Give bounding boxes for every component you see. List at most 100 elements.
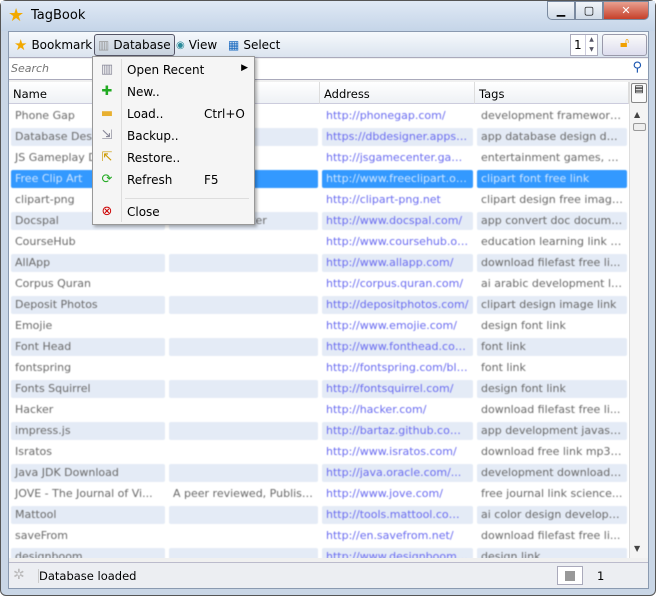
tags-cell: design font link [481, 319, 566, 332]
menu-item-close[interactable]: ⊗ Close [95, 202, 252, 224]
page-stepper[interactable]: 1 ▲ ▼ [570, 34, 598, 56]
name-cell: Fonts Squirrel [11, 380, 165, 398]
column-header-tags[interactable]: Tags [475, 82, 629, 104]
backup-icon: ⇲ [101, 128, 113, 143]
scroll-down-icon[interactable]: ▼ [634, 544, 640, 553]
tags-cell: development download j... [477, 464, 627, 482]
lock-button[interactable]: 🔓︎ [602, 34, 647, 56]
description-cell [169, 254, 318, 272]
tags-cell: font link [477, 338, 627, 356]
menu-item-label: Close [127, 205, 160, 219]
name-cell: AllApp [11, 254, 165, 272]
table-row[interactable]: JOVE - The Journal of Vi... A peer review… [9, 483, 629, 504]
name-cell: Mattool [11, 506, 165, 524]
table-row[interactable]: Fonts Squirrel http://fontsquirrel.com/de… [9, 378, 629, 399]
bookmark-label: Bookmark [31, 38, 93, 52]
window-title: TagBook [31, 8, 86, 23]
tags-cell: education learning link t... [481, 235, 626, 248]
menu-item-label: Load.. [127, 107, 164, 121]
tags-cell: design font link [477, 380, 627, 398]
name-cell: Emojie [15, 319, 53, 332]
star-icon: ★ [8, 5, 25, 26]
maximize-button[interactable]: ▢ [575, 1, 603, 20]
table-row[interactable]: Hacker http://hacker.com/download filefas… [9, 399, 629, 420]
close-button[interactable]: ✕ [603, 1, 649, 20]
address-cell: http://corpus.quran.com/ [326, 277, 464, 290]
description-cell [169, 548, 318, 558]
table-row[interactable]: Deposit Photos http://depositphotos.com/c… [9, 294, 629, 315]
description-cell [169, 380, 318, 398]
table-row[interactable]: designboom http://www.designboom.c... desi… [9, 546, 629, 558]
address-cell: http://fontspring.com/blog... [326, 361, 473, 374]
address-cell: http://www.freeclipart.org/ [322, 170, 473, 188]
search-icon[interactable]: ⚲ [632, 60, 642, 75]
name-cell: Hacker [15, 403, 54, 416]
tags-cell: development framework l... [481, 109, 627, 122]
address-cell: http://www.allapp.com/ [322, 254, 473, 272]
description-cell [169, 506, 318, 524]
stepper-arrows[interactable]: ▲ ▼ [585, 35, 597, 55]
table-row[interactable]: CourseHub http://www.coursehub.org/educat… [9, 231, 629, 252]
scroll-thumb[interactable] [633, 123, 646, 131]
address-cell: http://www.fonthead.com/ [322, 338, 473, 356]
menu-item-label: Restore.. [127, 151, 181, 165]
name-cell: Isratos [15, 445, 53, 458]
address-cell: http://java.oracle.com/... [322, 464, 473, 482]
scroll-up-icon[interactable]: ▲ [634, 110, 640, 119]
menu-separator [125, 198, 249, 199]
db-close-icon: ⊗ [101, 204, 113, 219]
stop-button[interactable] [557, 566, 583, 585]
table-row[interactable]: Java JDK Download http://java.oracle.com/… [9, 462, 629, 483]
menu-item-backup[interactable]: ⇲ Backup.. [95, 126, 252, 148]
address-cell: http://hacker.com/ [326, 403, 427, 416]
name-cell: impress.js [11, 422, 165, 440]
title-bar: ★ TagBook ▁ ▢ ✕ [1, 1, 655, 31]
database-label: Database [113, 38, 171, 52]
tags-cell: app convert doc docume... [477, 212, 627, 230]
status-count: 1 [597, 569, 605, 583]
tags-cell: design link [477, 548, 627, 558]
menu-item-open-recent[interactable]: ▥ Open Recent ▶ [95, 60, 252, 82]
column-header-address[interactable]: Address [320, 82, 475, 104]
restore-icon: ⇱ [101, 150, 113, 165]
minimize-button[interactable]: ▁ [547, 1, 575, 20]
menu-item-new[interactable]: ✚ New.. [95, 82, 252, 104]
table-row[interactable]: AllApp http://www.allapp.com/download fil… [9, 252, 629, 273]
tags-cell: download free link mp3 ... [481, 445, 625, 458]
bookmark-button[interactable]: ★ Bookmark [11, 34, 95, 56]
database-button[interactable]: ▥ Database [94, 34, 175, 56]
address-cell: http://depositphotos.com/ [322, 296, 473, 314]
table-row[interactable]: Font Head http://www.fonthead.com/font li… [9, 336, 629, 357]
tags-cell: free journal link science... [481, 487, 623, 500]
table-row[interactable]: Mattool http://tools.mattool.com/s... ai c… [9, 504, 629, 525]
menu-item-restore[interactable]: ⇱ Restore.. [95, 148, 252, 170]
tags-cell: app development javascri... [477, 422, 627, 440]
address-cell: http://www.isratos.com/ [326, 445, 457, 458]
address-cell: http://www.emojie.com/ [326, 319, 457, 332]
menu-item-load[interactable]: ▬ Load.. Ctrl+O [95, 104, 252, 126]
view-button[interactable]: ◉ View [173, 34, 220, 56]
column-chooser-icon[interactable]: ▤ [631, 83, 647, 103]
stop-icon [565, 571, 575, 581]
app-window: ★ TagBook ▁ ▢ ✕ ★ Bookmark ▥ Database ◉ Vie… [0, 0, 656, 596]
table-row[interactable]: Emojie http://www.emojie.com/design font … [9, 315, 629, 336]
address-cell: http://phonegap.com/ [326, 109, 446, 122]
tags-cell: font link [481, 361, 526, 374]
menu-item-refresh[interactable]: ⟳ Refresh F5 [95, 170, 252, 192]
view-label: View [188, 38, 218, 52]
tags-cell: download filefast free li... [477, 254, 627, 272]
status-bar: ✲ Database loaded 1 [9, 562, 648, 588]
table-row[interactable]: Corpus Quran http://corpus.quran.com/ai a… [9, 273, 629, 294]
description-cell [169, 422, 318, 440]
database-icon: ▥ [98, 38, 110, 52]
table-row[interactable]: fontspring http://fontspring.com/blog... f… [9, 357, 629, 378]
address-cell: http://tools.mattool.com/s... [322, 506, 473, 524]
select-label: Select [243, 38, 281, 52]
table-icon: ▦ [228, 38, 240, 52]
address-cell: http://www.designboom.c... [322, 548, 473, 558]
table-row[interactable]: saveFrom http://en.savefrom.net/download … [9, 525, 629, 546]
select-button[interactable]: ▦ Select [225, 34, 283, 56]
table-row[interactable]: Isratos http://www.isratos.com/download f… [9, 441, 629, 462]
table-row[interactable]: impress.js http://bartaz.github.com/... ap… [9, 420, 629, 441]
vertical-scrollbar[interactable]: ▤ ▲ ▼ [629, 82, 648, 558]
